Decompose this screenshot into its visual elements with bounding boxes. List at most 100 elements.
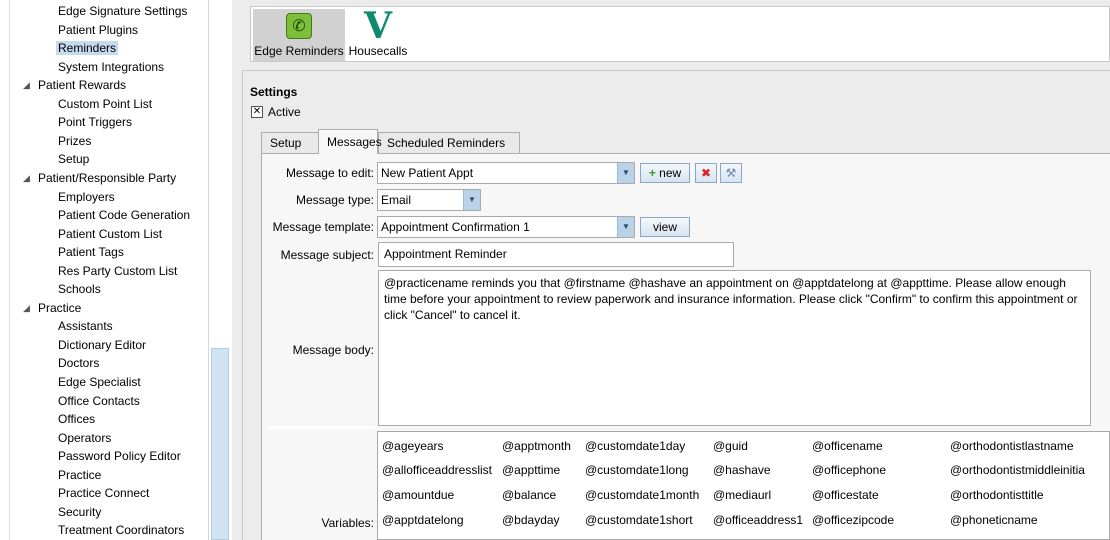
tree-item[interactable]: Reminders <box>56 39 119 57</box>
variable-item[interactable]: @officephone <box>812 462 886 478</box>
tree-item[interactable]: Employers <box>58 188 115 206</box>
splitter[interactable] <box>267 426 375 429</box>
plugin-edge-reminders[interactable]: ✆ Edge Reminders <box>253 9 345 61</box>
tree-item-label: System Integrations <box>58 59 165 74</box>
tab-setup[interactable]: Setup <box>261 132 319 154</box>
variable-item[interactable]: @guid <box>713 438 748 454</box>
tree-item[interactable]: Res Party Custom List <box>58 262 177 280</box>
variable-item[interactable]: @customdate1month <box>585 487 699 503</box>
tree-item-label: Assistants <box>58 319 113 334</box>
message-type-select[interactable]: Email ▼ <box>377 189 481 211</box>
chevron-down-icon[interactable]: ▼ <box>617 163 634 183</box>
variable-item[interactable]: @officename <box>812 438 883 454</box>
variable-item[interactable]: @customdate1long <box>585 462 689 478</box>
tree-item[interactable]: Patient Plugins <box>58 21 138 39</box>
variable-item[interactable]: @apptmonth <box>502 438 571 454</box>
housecalls-logo-icon: V <box>364 5 392 47</box>
variable-item[interactable]: @orthodontisttitle <box>950 487 1044 503</box>
tree-scrollbar[interactable] <box>208 0 232 540</box>
tree-item-label: Treatment Coordinators <box>58 523 185 538</box>
variable-item[interactable]: @mediaurl <box>713 487 771 503</box>
triangle-down-icon[interactable]: ◢ <box>23 76 30 94</box>
variable-item[interactable]: @officestate <box>812 487 879 503</box>
tree-item[interactable]: Patient Custom List <box>58 225 162 243</box>
tree-item[interactable]: Dictionary Editor <box>58 336 146 354</box>
message-template-label: Message template: <box>272 220 374 234</box>
tree-item[interactable]: Treatment Coordinators <box>58 521 184 539</box>
message-template-value: Appointment Confirmation 1 <box>381 220 530 234</box>
tree-item[interactable]: Edge Specialist <box>58 373 141 391</box>
tab-scheduled-reminders[interactable]: Scheduled Reminders <box>378 132 520 154</box>
active-row[interactable]: ✕ Active <box>251 104 301 120</box>
tree-item[interactable]: ◢ Patient/Responsible Party <box>23 169 176 187</box>
plugin-edge-reminders-label: Edge Reminders <box>254 44 344 58</box>
tree-item[interactable]: Practice <box>58 466 101 484</box>
tree-item[interactable]: Practice Connect <box>58 484 149 502</box>
tree-item[interactable]: Prizes <box>58 132 91 150</box>
tree-rail <box>0 0 10 540</box>
variable-item[interactable]: @officeaddress1 <box>713 512 803 528</box>
variable-item[interactable]: @orthodontistmiddleinitia <box>950 462 1085 478</box>
tree-item-label: Schools <box>58 282 101 297</box>
view-template-button[interactable]: view <box>640 217 690 237</box>
settings-title: Settings <box>248 85 300 99</box>
variables-list[interactable]: @ageyears @allofficeaddresslist @amountdue… <box>377 431 1110 540</box>
tree-item[interactable]: Office Contacts <box>58 392 140 410</box>
tree-item[interactable]: Custom Point List <box>58 95 152 113</box>
tree-item[interactable]: Password Policy Editor <box>58 447 181 465</box>
new-button-label: new <box>659 166 682 180</box>
variable-item[interactable]: @hashave <box>713 462 771 478</box>
delete-message-button[interactable]: ✖ <box>695 163 717 183</box>
variable-item[interactable]: @phoneticname <box>950 512 1038 528</box>
message-subject-input[interactable]: Appointment Reminder <box>378 242 734 267</box>
tree-item-label: Operators <box>58 430 112 445</box>
variable-item[interactable]: @customdate1short <box>585 512 693 528</box>
tree-item[interactable]: System Integrations <box>58 58 164 76</box>
phone-icon: ✆ <box>286 13 312 39</box>
chevron-down-icon[interactable]: ▼ <box>617 217 634 237</box>
triangle-down-icon[interactable]: ◢ <box>23 169 30 187</box>
message-body-textarea[interactable]: @practicename reminds you that @firstnam… <box>378 270 1091 426</box>
variable-item[interactable]: @apptdatelong <box>382 512 464 528</box>
tree-item[interactable]: Offices <box>58 410 95 428</box>
variable-item[interactable]: @allofficeaddresslist <box>382 462 492 478</box>
tree-item[interactable]: ◢ Practice <box>23 299 81 317</box>
tree-item-label: Office Contacts <box>58 393 140 408</box>
tree-item[interactable]: Operators <box>58 429 111 447</box>
red-x-icon: ✖ <box>700 166 712 180</box>
variable-item[interactable]: @ageyears <box>382 438 444 454</box>
plugin-housecalls[interactable]: V Housecalls <box>347 5 409 61</box>
variable-item[interactable]: @orthodontistlastname <box>950 438 1074 454</box>
tree-item[interactable]: Patient Tags <box>58 243 124 261</box>
tree-item[interactable]: Schools <box>58 280 101 298</box>
variable-item[interactable]: @balance <box>502 487 556 503</box>
tree-item[interactable]: Assistants <box>58 317 113 335</box>
variable-item[interactable]: @officezipcode <box>812 512 894 528</box>
tree-item[interactable]: Security <box>58 503 101 521</box>
tree-item-label: Res Party Custom List <box>58 263 178 278</box>
tools-button[interactable]: ⚒ <box>720 163 742 183</box>
settings-tree[interactable]: Edge Signature Settings Patient Plugins Re… <box>0 0 232 540</box>
active-checkbox[interactable]: ✕ <box>251 106 263 118</box>
tree-item[interactable]: Patient Code Generation <box>58 206 190 224</box>
tree-item[interactable]: Doctors <box>58 354 99 372</box>
triangle-down-icon[interactable]: ◢ <box>23 299 30 317</box>
tree-scrollbar-thumb[interactable] <box>211 348 229 540</box>
tree-item-label: Password Policy Editor <box>58 449 181 464</box>
tree-item-label: Reminders <box>56 41 119 56</box>
tree-item-label: Patient Code Generation <box>58 208 191 223</box>
tree-item-label: Doctors <box>58 356 100 371</box>
variable-item[interactable]: @amountdue <box>382 487 454 503</box>
tree-item[interactable]: Setup <box>58 150 89 168</box>
message-to-edit-select[interactable]: New Patient Appt ▼ <box>377 162 635 184</box>
tab-messages[interactable]: Messages <box>318 129 382 154</box>
message-template-select[interactable]: Appointment Confirmation 1 ▼ <box>377 216 635 238</box>
tree-item[interactable]: ◢ Patient Rewards <box>23 76 126 94</box>
variable-item[interactable]: @appttime <box>502 462 560 478</box>
tree-item[interactable]: Point Triggers <box>58 113 132 131</box>
chevron-down-icon[interactable]: ▼ <box>463 190 480 210</box>
variable-item[interactable]: @bdayday <box>502 512 560 528</box>
tree-item[interactable]: Edge Signature Settings <box>58 2 187 20</box>
new-message-button[interactable]: + new <box>640 163 690 183</box>
variable-item[interactable]: @customdate1day <box>585 438 685 454</box>
